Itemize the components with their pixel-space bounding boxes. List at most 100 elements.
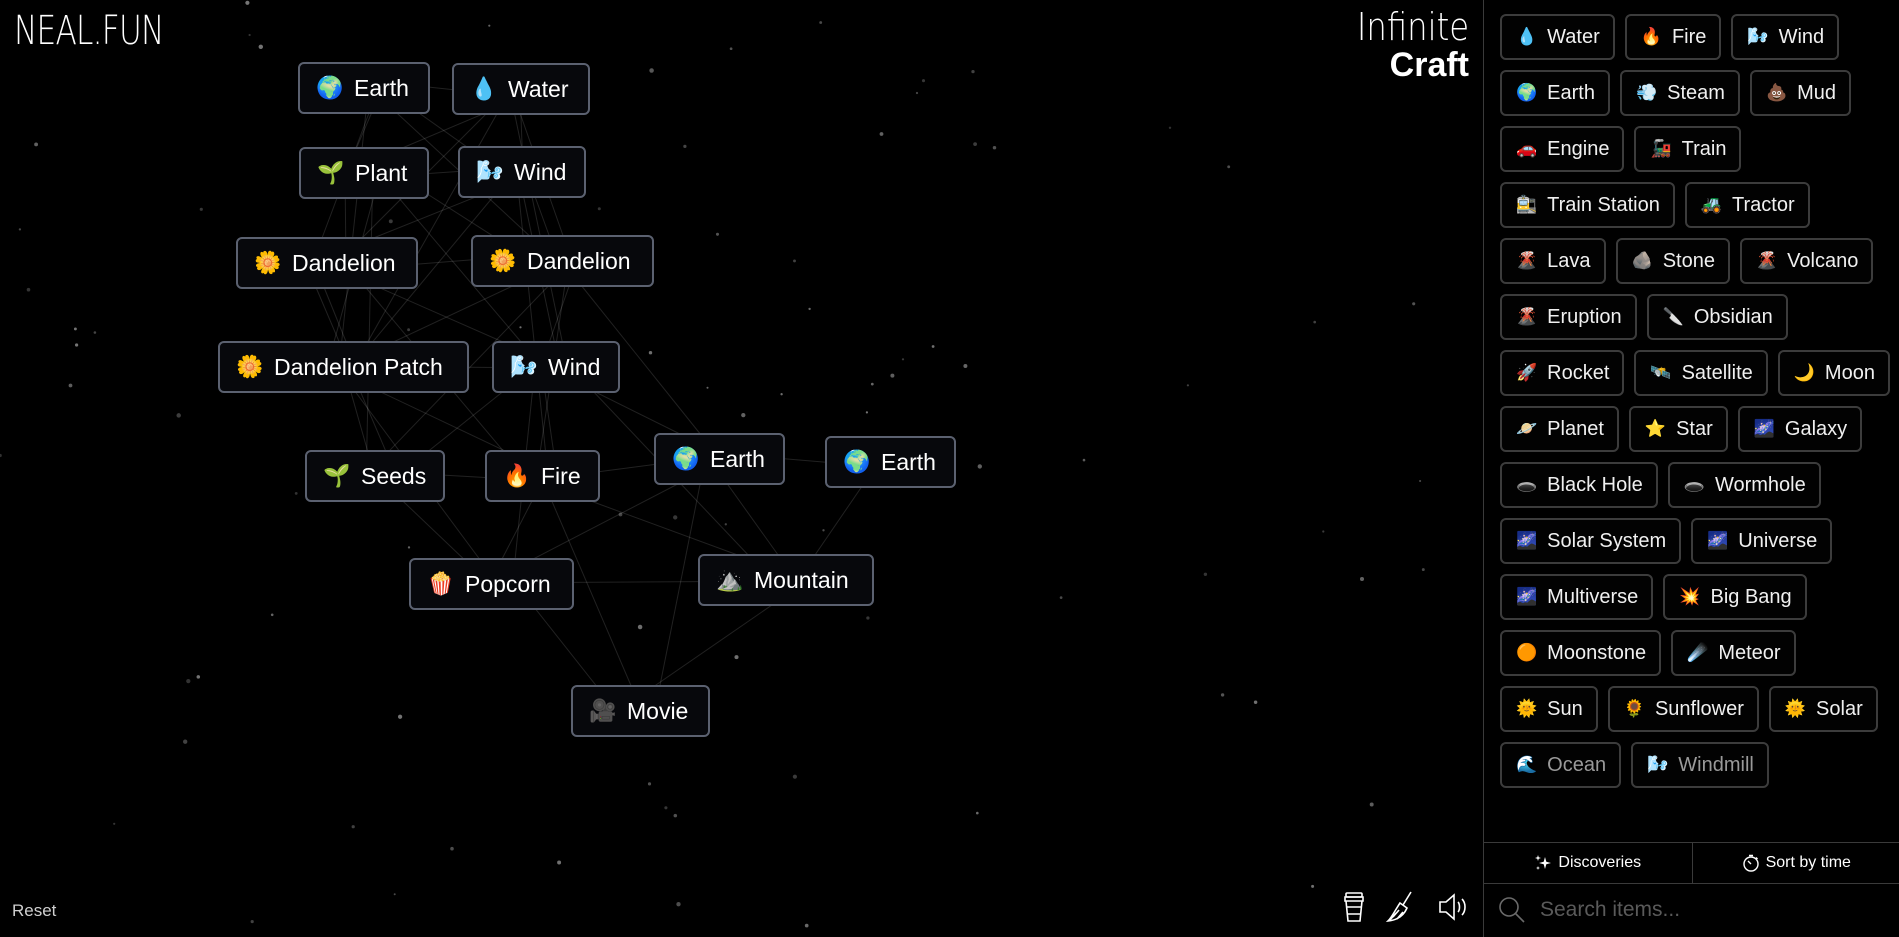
sidebar-item-engine[interactable]: 🚗 Engine	[1500, 126, 1625, 172]
hole-icon: 🕳️	[1516, 475, 1538, 494]
fire-icon: 🔥	[1640, 27, 1662, 46]
sidebar-item-meteor[interactable]: ☄️ Meteor	[1671, 630, 1796, 676]
element-label: Dandelion	[292, 249, 396, 276]
sidebar-item-planet[interactable]: 🪐 Planet	[1500, 406, 1619, 452]
sidebar-item-stone[interactable]: 🪨 Stone	[1615, 238, 1730, 284]
sidebar-item-volcano[interactable]: 🌋 Volcano	[1739, 238, 1874, 284]
sidebar-item-black-hole[interactable]: 🕳️ Black Hole	[1500, 462, 1658, 508]
sidebar-item-moonstone[interactable]: 🟠 Moonstone	[1500, 630, 1662, 676]
sidebar-item-label: Moon	[1824, 361, 1875, 384]
reset-button[interactable]: Reset	[12, 901, 56, 921]
sidebar-item-water[interactable]: 💧 Water	[1500, 14, 1615, 60]
canvas-element-earth[interactable]: 🌍 Earth	[654, 433, 785, 485]
sidebar-item-label: Universe	[1738, 529, 1818, 552]
speaker-icon[interactable]	[1437, 890, 1469, 924]
coffee-cup-icon[interactable]	[1338, 890, 1370, 924]
sidebar-item-multiverse[interactable]: 🌌 Multiverse	[1500, 574, 1654, 620]
canvas-element-dandelion[interactable]: 🌼 Dandelion	[236, 237, 418, 289]
star	[992, 145, 997, 150]
star	[250, 920, 254, 924]
canvas-element-mountain[interactable]: ⛰️ Mountain	[698, 554, 874, 606]
sidebar: 💧 Water 🔥 Fire 🌬️ Wind 🌍 Earth 💨 Steam 💩 Mud 🚗 Engine…	[1483, 0, 1899, 937]
sidebar-item-mud[interactable]: 💩 Mud	[1749, 70, 1852, 116]
star	[199, 207, 203, 211]
star	[597, 207, 601, 211]
sidebar-item-eruption[interactable]: 🌋 Eruption	[1500, 294, 1637, 340]
canvas-element-popcorn[interactable]: 🍿 Popcorn	[409, 558, 574, 610]
canvas-element-dandelion[interactable]: 🌼 Dandelion	[471, 235, 654, 287]
star	[901, 358, 905, 361]
sidebar-item-label: Fire	[1671, 25, 1707, 48]
canvas-element-water[interactable]: 💧 Water	[452, 63, 590, 115]
sidebar-item-sunflower[interactable]: 🌻 Sunflower	[1607, 686, 1759, 732]
canvas-element-seeds[interactable]: 🌱 Seeds	[305, 450, 445, 502]
sidebar-item-sun[interactable]: 🌞 Sun	[1500, 686, 1598, 732]
tab-discoveries[interactable]: Discoveries	[1484, 843, 1692, 883]
canvas-element-wind[interactable]: 🌬️ Wind	[458, 146, 586, 198]
sidebar-item-solar[interactable]: 🌞 Solar	[1768, 686, 1878, 732]
star	[808, 307, 811, 311]
title-line-infinite: Infinite	[1356, 5, 1469, 49]
sidebar-item-lava[interactable]: 🌋 Lava	[1500, 238, 1606, 284]
sidebar-item-train-station[interactable]: 🚉 Train Station	[1500, 182, 1675, 228]
star	[780, 393, 783, 396]
element-label: Wind	[514, 158, 567, 185]
canvas-element-fire[interactable]: 🔥 Fire	[485, 450, 600, 502]
ringed-planet-icon: 🪐	[1516, 419, 1538, 438]
sidebar-item-fire[interactable]: 🔥 Fire	[1624, 14, 1722, 60]
crescent-moon-icon: 🌙	[1793, 363, 1815, 382]
star	[1186, 384, 1190, 387]
sidebar-item-label: Galaxy	[1784, 417, 1848, 440]
sidebar-item-tractor[interactable]: 🚜 Tractor	[1684, 182, 1810, 228]
earth-globe-icon: 🌍	[672, 446, 700, 471]
sidebar-item-moon[interactable]: 🌙 Moon	[1777, 350, 1890, 396]
tab-sort-by-time[interactable]: Sort by time	[1691, 843, 1899, 883]
sidebar-item-windmill[interactable]: 🌬️ Windmill	[1631, 742, 1769, 788]
canvas-element-earth[interactable]: 🌍 Earth	[825, 436, 956, 488]
star-icon: ⭐	[1644, 419, 1667, 438]
canvas-element-earth[interactable]: 🌍 Earth	[298, 62, 430, 114]
star	[618, 512, 623, 517]
sidebar-item-big-bang[interactable]: 💥 Big Bang	[1663, 574, 1807, 620]
station-icon: 🚉	[1516, 195, 1538, 214]
element-label: Popcorn	[465, 570, 551, 597]
sidebar-item-wind[interactable]: 🌬️ Wind	[1731, 14, 1840, 60]
sidebar-item-steam[interactable]: 💨 Steam	[1619, 70, 1740, 116]
sidebar-item-galaxy[interactable]: 🌌 Galaxy	[1737, 406, 1863, 452]
broom-icon[interactable]	[1384, 890, 1416, 924]
canvas-element-wind[interactable]: 🌬️ Wind	[492, 341, 620, 393]
sidebar-item-label: Windmill	[1678, 753, 1754, 776]
sidebar-item-star[interactable]: ⭐ Star	[1628, 406, 1728, 452]
sidebar-item-label: Star	[1676, 417, 1713, 440]
sidebar-item-rocket[interactable]: 🚀 Rocket	[1500, 350, 1625, 396]
sidebar-item-obsidian[interactable]: 🔪 Obsidian	[1646, 294, 1788, 340]
star	[637, 624, 643, 630]
sidebar-item-earth[interactable]: 🌍 Earth	[1500, 70, 1610, 116]
sidebar-item-ocean[interactable]: 🌊 Ocean	[1500, 742, 1622, 788]
sidebar-item-train[interactable]: 🚂 Train	[1634, 126, 1742, 172]
sidebar-item-wormhole[interactable]: 🕳️ Wormhole	[1667, 462, 1821, 508]
star	[1168, 126, 1172, 130]
volcano-icon: 🌋	[1755, 251, 1778, 270]
crafting-canvas[interactable]: NEAL.FUN Infinite Craft 🌍 Earth 💧 Water 🌱 Pla…	[0, 0, 1483, 937]
star	[866, 616, 870, 620]
star	[113, 822, 116, 825]
star	[804, 923, 809, 928]
canvas-element-plant[interactable]: 🌱 Plant	[299, 147, 429, 199]
star	[1227, 165, 1231, 169]
canvas-element-dandelion-patch[interactable]: 🌼 Dandelion Patch	[218, 341, 469, 393]
sidebar-item-universe[interactable]: 🌌 Universe	[1691, 518, 1833, 564]
item-list[interactable]: 💧 Water 🔥 Fire 🌬️ Wind 🌍 Earth 💨 Steam 💩 Mud 🚗 Engine…	[1500, 14, 1892, 842]
wave-icon: 🌊	[1516, 755, 1538, 774]
flower-icon: 🌼	[236, 354, 264, 379]
canvas-element-movie[interactable]: 🎥 Movie	[571, 685, 710, 737]
star	[724, 523, 727, 526]
sidebar-item-label: Train Station	[1547, 193, 1660, 216]
sidebar-item-label: Planet	[1547, 417, 1604, 440]
neal-fun-logo[interactable]: NEAL.FUN	[14, 8, 164, 54]
search-input[interactable]	[1538, 897, 1862, 923]
sidebar-item-satellite[interactable]: 🛰️ Satellite	[1634, 350, 1768, 396]
star	[648, 351, 653, 355]
car-icon: 🚗	[1516, 139, 1538, 158]
sidebar-item-solar-system[interactable]: 🌌 Solar System	[1500, 518, 1682, 564]
